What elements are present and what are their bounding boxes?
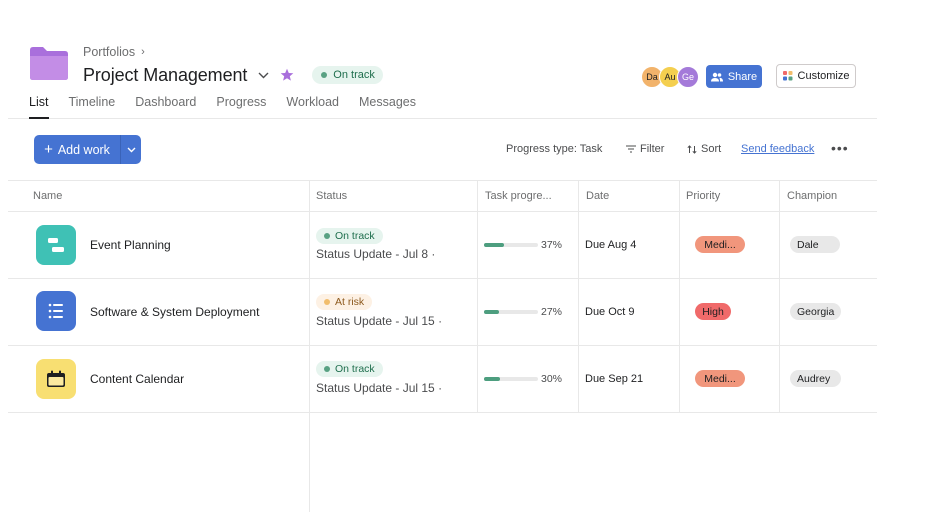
tab-dashboard[interactable]: Dashboard: [135, 95, 196, 111]
avatar-initials: Da: [646, 72, 658, 82]
customize-grid-icon: [782, 71, 793, 81]
project-name[interactable]: Software & System Deployment: [90, 305, 259, 319]
chevron-down-icon: [127, 147, 135, 152]
priority-badge[interactable]: Medi...: [695, 236, 745, 253]
active-tab-indicator: [29, 117, 49, 119]
status-badge[interactable]: On track: [316, 228, 383, 244]
progress-bar: [484, 377, 538, 381]
add-work-button-group: + Add work: [34, 135, 141, 164]
tab-progress[interactable]: Progress: [216, 95, 266, 111]
calendar-icon: [36, 359, 76, 399]
avatar-initials: Ge: [681, 72, 694, 82]
breadcrumb-portfolios[interactable]: Portfolios: [83, 45, 135, 59]
chevron-right-icon: ›: [141, 46, 145, 58]
project-name[interactable]: Event Planning: [90, 238, 171, 252]
project-status-badge[interactable]: On track: [312, 66, 383, 84]
status-label: On track: [335, 230, 375, 242]
progress-fill: [484, 377, 501, 381]
table-divider: [8, 180, 877, 181]
sort-icon: [687, 144, 697, 154]
more-options-icon[interactable]: •••: [831, 140, 849, 156]
due-date[interactable]: Due Sep 21: [585, 373, 643, 385]
people-icon: [710, 72, 723, 81]
share-button[interactable]: Share: [706, 65, 762, 88]
progress-fill: [484, 310, 499, 314]
chevron-down-icon[interactable]: [256, 68, 270, 82]
filter-icon: [626, 145, 636, 153]
filter-label: Filter: [640, 143, 665, 155]
column-header-name[interactable]: Name: [33, 190, 62, 202]
column-header-priority[interactable]: Priority: [686, 190, 720, 202]
customize-label: Customize: [797, 70, 850, 82]
progress-percent: 37%: [541, 239, 563, 251]
column-header-status[interactable]: Status: [316, 190, 347, 202]
add-work-label: Add work: [57, 142, 110, 157]
member-avatars[interactable]: Da Au Ge: [641, 66, 699, 88]
star-icon[interactable]: [280, 68, 294, 82]
add-work-button[interactable]: + Add work: [34, 135, 121, 164]
progress-fill: [484, 243, 504, 247]
table-divider: [8, 412, 877, 413]
status-badge[interactable]: On track: [316, 361, 383, 377]
status-label: At risk: [335, 296, 365, 308]
view-tabs: List Timeline Dashboard Progress Workloa…: [29, 95, 436, 111]
title-row: Project Management On track: [83, 64, 383, 86]
column-divider: [779, 180, 780, 412]
progress-type-selector[interactable]: Progress type: Task: [506, 143, 602, 155]
tab-list[interactable]: List: [29, 95, 48, 111]
avatar-initials: Au: [664, 72, 676, 82]
status-badge[interactable]: At risk: [316, 294, 373, 310]
status-dot-icon: [321, 72, 328, 78]
timeline-icon: [36, 225, 76, 265]
project-name[interactable]: Content Calendar: [90, 372, 184, 386]
due-date[interactable]: Due Oct 9: [585, 306, 635, 318]
avatar[interactable]: Ge: [677, 66, 699, 88]
progress-bar: [484, 243, 538, 247]
status-update-link[interactable]: Status Update - Jul 8 ·: [316, 247, 435, 261]
sort-label: Sort: [701, 143, 722, 155]
folder-icon: [30, 47, 68, 80]
table-divider: [8, 345, 877, 346]
status-dot-icon: [324, 299, 330, 305]
table-divider: [8, 278, 877, 279]
status-dot-icon: [324, 233, 330, 239]
column-header-task-progress[interactable]: Task progre...: [485, 190, 552, 202]
breadcrumb[interactable]: Portfolios ›: [83, 45, 145, 59]
status-update-link[interactable]: Status Update - Jul 15 ·: [316, 314, 442, 328]
champion-badge[interactable]: Dale: [790, 236, 840, 253]
progress-percent: 27%: [541, 306, 563, 318]
share-label: Share: [727, 70, 758, 83]
add-work-dropdown-button[interactable]: [121, 135, 141, 164]
tab-messages[interactable]: Messages: [359, 95, 416, 111]
status-dot-icon: [324, 366, 330, 372]
champion-badge[interactable]: Audrey: [790, 370, 841, 387]
champion-badge[interactable]: Georgia: [790, 303, 841, 320]
filter-button[interactable]: Filter: [626, 143, 664, 155]
plus-icon: +: [44, 141, 53, 158]
due-date[interactable]: Due Aug 4: [585, 239, 636, 251]
priority-badge[interactable]: High: [695, 303, 731, 320]
column-divider: [679, 180, 680, 412]
column-header-date[interactable]: Date: [586, 190, 609, 202]
customize-button[interactable]: Customize: [776, 64, 856, 88]
priority-badge[interactable]: Medi...: [695, 370, 745, 387]
project-status-label: On track: [333, 69, 375, 81]
status-update-link[interactable]: Status Update - Jul 15 ·: [316, 381, 442, 395]
progress-bar: [484, 310, 538, 314]
column-header-champion[interactable]: Champion: [787, 190, 837, 202]
list-icon: [36, 291, 76, 331]
tabs-divider: [8, 118, 877, 119]
send-feedback-link[interactable]: Send feedback: [741, 143, 814, 155]
column-divider: [309, 180, 310, 512]
table-divider: [8, 211, 877, 212]
column-divider: [578, 180, 579, 412]
sort-button[interactable]: Sort: [687, 143, 721, 155]
tab-timeline[interactable]: Timeline: [68, 95, 115, 111]
progress-percent: 30%: [541, 373, 563, 385]
status-label: On track: [335, 363, 375, 375]
tab-workload[interactable]: Workload: [286, 95, 339, 111]
page-title[interactable]: Project Management: [83, 65, 247, 86]
column-divider: [477, 180, 478, 412]
